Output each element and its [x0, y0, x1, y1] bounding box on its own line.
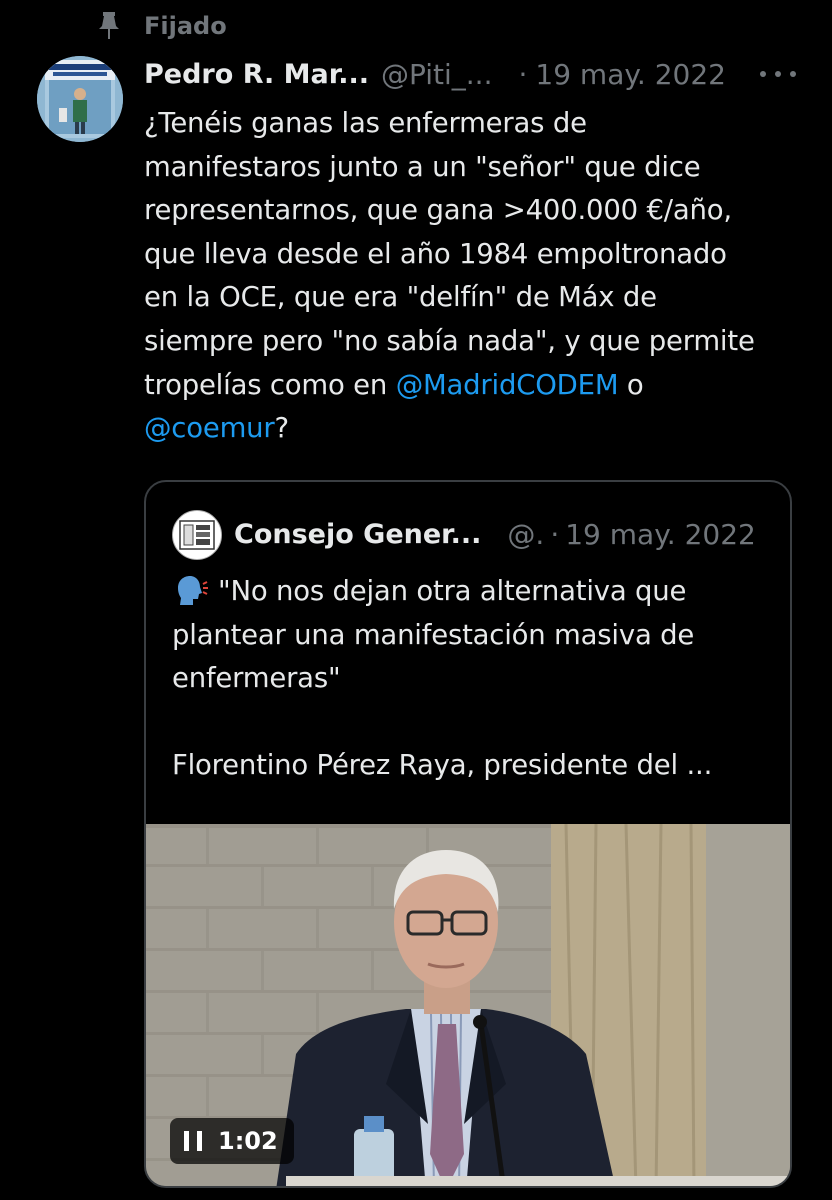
post-text-line: siempre pero "no sabía nada", y que perm… [144, 324, 755, 357]
post-date[interactable]: 19 may. 2022 [535, 58, 726, 91]
avatar[interactable] [37, 56, 123, 142]
post-text-line: que lleva desde el año 1984 empoltronado [144, 237, 727, 270]
quoted-post-card[interactable]: Consejo Gener... @. · 19 may. 2022 "No n… [144, 480, 792, 1188]
author-name[interactable]: Pedro R. Mar... [144, 59, 369, 90]
post-text: ¿Tenéis ganas las enfermeras de manifest… [144, 102, 814, 451]
video-controls[interactable]: 1:02 [170, 1118, 294, 1164]
pin-icon [99, 12, 119, 39]
post-text-line: tropelías como en @MadridCODEM o [144, 364, 814, 408]
quoted-text-line: enfermeras" [172, 662, 341, 695]
video-time: 1:02 [218, 1127, 278, 1155]
mention-link-coemur[interactable]: @coemur [144, 412, 275, 444]
post-text-fragment: tropelías como en [144, 368, 396, 401]
quoted-post-date[interactable]: 19 may. 2022 [565, 518, 756, 551]
quoted-text-line: plantear una manifestación masiva de [172, 618, 695, 651]
post-text-line: en la OCE, que era "delfín" de Máx de [144, 281, 657, 314]
post-text-line: manifestaros junto a un "señor" que dice [144, 150, 701, 183]
separator-dot: · [550, 517, 560, 551]
mention-link-madridcodem[interactable]: @MadridCODEM [396, 369, 619, 401]
quoted-text-fragment: "No nos dejan otra alternativa que [218, 575, 687, 607]
post-text-fragment: o [618, 368, 644, 401]
post-text-line: @coemur? [144, 407, 814, 451]
quoted-author-name[interactable]: Consejo Gener... [234, 519, 481, 550]
post-text-fragment: ? [274, 412, 290, 445]
quoted-author-avatar[interactable] [172, 510, 222, 560]
post-header: Pedro R. Mar... @Piti_... · 19 may. 2022 [144, 52, 804, 96]
separator-dot: · [518, 57, 528, 91]
video-player[interactable]: 1:02 [146, 824, 790, 1186]
quoted-post-header: Consejo Gener... @. · 19 may. 2022 [234, 512, 774, 556]
speaking-head-icon [178, 576, 208, 605]
quoted-text-line: Florentino Pérez Raya, presidente del ..… [172, 749, 713, 782]
quoted-text-line: "No nos dejan otra alternativa que [172, 570, 772, 614]
more-horizontal-icon[interactable] [760, 62, 796, 86]
quoted-post-text: "No nos dejan otra alternativa que plant… [172, 570, 772, 788]
author-handle[interactable]: @Piti_... [381, 58, 493, 91]
post-text-line: representarnos, que gana >400.000 €/año, [144, 194, 732, 227]
quoted-author-handle[interactable]: @. [507, 518, 544, 551]
pinned-indicator: Fijado [0, 0, 832, 52]
pinned-label: Fijado [144, 12, 227, 40]
pause-icon[interactable] [184, 1131, 202, 1151]
post-text-line: ¿Tenéis ganas las enfermeras de [144, 107, 587, 139]
